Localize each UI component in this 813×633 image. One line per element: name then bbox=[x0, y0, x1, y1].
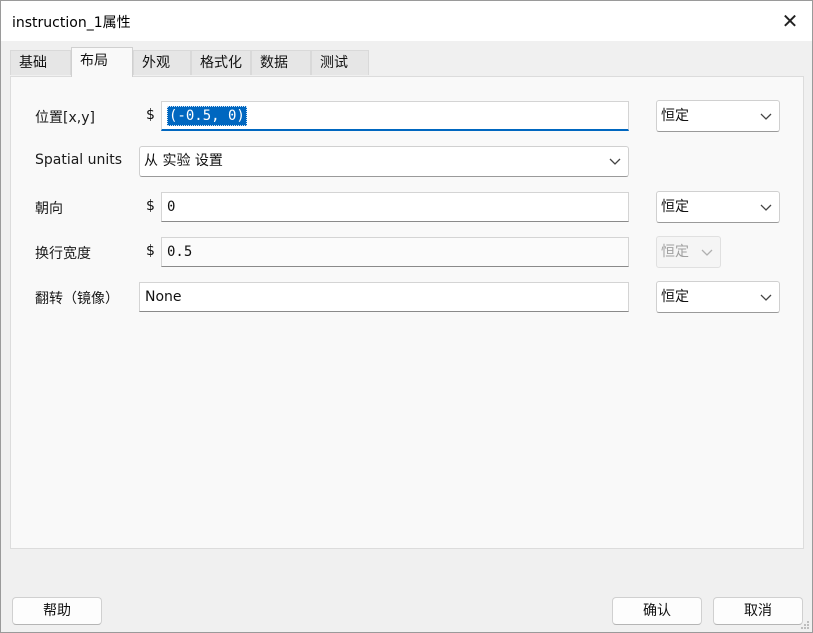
position-value: (-0.5, 0) bbox=[167, 106, 247, 126]
spatial-units-select[interactable]: 从 实验 设置 bbox=[139, 146, 629, 177]
flip-input[interactable]: None bbox=[139, 282, 629, 312]
position-code-prefix: $ bbox=[146, 107, 155, 123]
wrap-width-value: 0.5 bbox=[167, 244, 193, 260]
close-button[interactable]: ✕ bbox=[776, 7, 804, 35]
orientation-mode-value: 恒定 bbox=[661, 199, 689, 215]
tab-layout[interactable]: 布局 bbox=[71, 47, 133, 77]
spatial-units-value: 从 实验 设置 bbox=[144, 153, 223, 169]
chevron-down-icon bbox=[760, 294, 772, 301]
spatial-units-label: Spatial units bbox=[35, 152, 123, 168]
chevron-down-icon bbox=[701, 249, 713, 256]
title-bar: instruction_1属性 ✕ bbox=[1, 1, 812, 41]
tab-formatting[interactable]: 格式化 bbox=[191, 50, 251, 75]
ok-button[interactable]: 确认 bbox=[612, 597, 702, 625]
tab-data[interactable]: 数据 bbox=[251, 50, 311, 75]
tab-appearance[interactable]: 外观 bbox=[133, 50, 191, 75]
orientation-mode-select[interactable]: 恒定 bbox=[656, 191, 780, 223]
flip-label: 翻转（镜像） bbox=[35, 291, 119, 307]
orientation-label: 朝向 bbox=[35, 201, 63, 217]
position-label: 位置[x,y] bbox=[35, 110, 95, 126]
flip-mode-value: 恒定 bbox=[661, 289, 689, 305]
tab-basic[interactable]: 基础 bbox=[10, 50, 71, 75]
wrap-width-input[interactable]: 0.5 bbox=[161, 237, 629, 267]
tab-testing[interactable]: 测试 bbox=[311, 50, 369, 75]
position-mode-select[interactable]: 恒定 bbox=[656, 100, 780, 132]
resize-grip-icon[interactable] bbox=[800, 620, 810, 630]
wrap-width-code-prefix: $ bbox=[146, 243, 155, 259]
wrap-width-label: 换行宽度 bbox=[35, 246, 91, 262]
close-icon: ✕ bbox=[781, 9, 799, 33]
wrap-width-mode-select: 恒定 bbox=[656, 236, 721, 268]
orientation-input[interactable]: 0 bbox=[161, 192, 629, 222]
position-input[interactable]: (-0.5, 0) bbox=[161, 101, 629, 131]
properties-dialog: instruction_1属性 ✕ 基础 布局 外观 格式化 数据 测试 位置[… bbox=[0, 0, 813, 633]
orientation-value: 0 bbox=[167, 199, 176, 215]
position-mode-value: 恒定 bbox=[661, 108, 689, 124]
chevron-down-icon bbox=[609, 158, 621, 165]
wrap-width-mode-value: 恒定 bbox=[661, 244, 689, 260]
chevron-down-icon bbox=[760, 113, 772, 120]
cancel-button[interactable]: 取消 bbox=[713, 597, 803, 625]
help-button[interactable]: 帮助 bbox=[12, 597, 102, 625]
chevron-down-icon bbox=[760, 204, 772, 211]
flip-mode-select[interactable]: 恒定 bbox=[656, 281, 780, 313]
orientation-code-prefix: $ bbox=[146, 198, 155, 214]
window-title: instruction_1属性 bbox=[12, 15, 131, 31]
flip-value: None bbox=[145, 289, 182, 305]
